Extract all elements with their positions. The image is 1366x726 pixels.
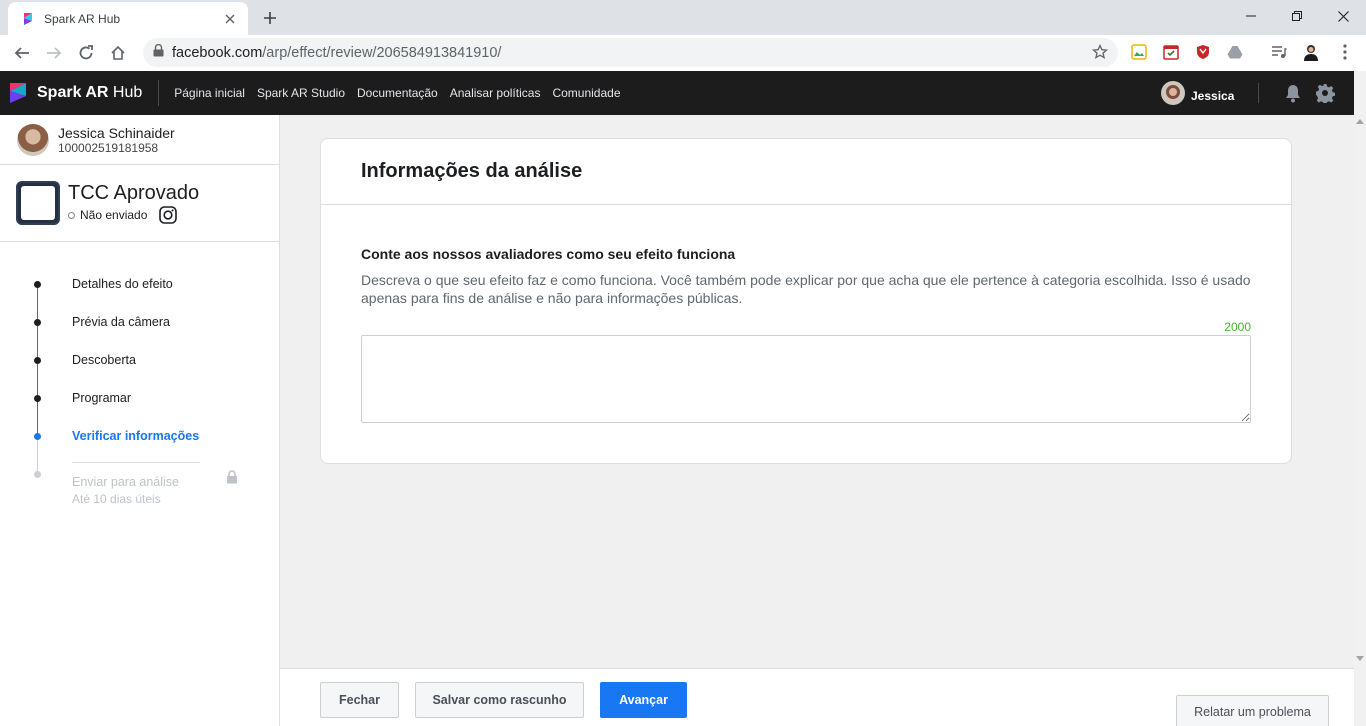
effect-status-label: Não enviado bbox=[80, 208, 148, 222]
sidebar-user-name: Jessica Schinaider bbox=[58, 124, 175, 141]
report-problem-button[interactable]: Relatar um problema bbox=[1176, 695, 1329, 726]
nav-link-home[interactable]: Página inicial bbox=[174, 86, 245, 100]
sidebar-user[interactable]: Jessica Schinaider 100002519181958 bbox=[0, 115, 279, 165]
spark-ar-logo-icon bbox=[8, 82, 28, 104]
nav-avatar-icon bbox=[1161, 81, 1185, 110]
step-discovery[interactable]: Descoberta bbox=[72, 353, 136, 367]
restore-icon[interactable] bbox=[1274, 0, 1320, 32]
url-text: facebook.com/arp/effect/review/206584913… bbox=[172, 45, 501, 61]
save-draft-button[interactable]: Salvar como rascunho bbox=[415, 682, 584, 718]
forward-icon[interactable] bbox=[40, 39, 68, 67]
nav-link-policies[interactable]: Analisar políticas bbox=[450, 86, 541, 100]
card-header: Informações da análise bbox=[321, 139, 1291, 205]
page-title: Informações da análise bbox=[361, 160, 583, 182]
reload-icon[interactable] bbox=[72, 39, 100, 67]
nav-separator bbox=[1258, 83, 1259, 103]
lock-icon bbox=[226, 470, 238, 489]
step-dot-active-icon bbox=[34, 433, 41, 440]
next-button[interactable]: Avançar bbox=[600, 682, 687, 718]
avatar bbox=[17, 123, 49, 156]
media-queue-icon[interactable] bbox=[1270, 43, 1288, 61]
step-dot-icon bbox=[34, 395, 41, 402]
settings-gear-icon[interactable] bbox=[1314, 82, 1336, 104]
step-dot-disabled-icon bbox=[34, 471, 41, 478]
spark-ar-favicon-icon bbox=[20, 11, 36, 27]
sidebar: Jessica Schinaider 100002519181958 TCC A… bbox=[0, 115, 280, 726]
browser-menu-icon[interactable] bbox=[1336, 43, 1354, 61]
step-effect-details[interactable]: Detalhes do efeito bbox=[72, 277, 173, 291]
step-submit-subtitle: Até 10 dias úteis bbox=[72, 492, 161, 506]
extension-drive-icon[interactable] bbox=[1226, 43, 1244, 61]
back-icon[interactable] bbox=[8, 39, 36, 67]
step-submit-review: Enviar para análise bbox=[72, 475, 180, 489]
url-host: facebook.com bbox=[172, 44, 263, 61]
tab-close-icon[interactable] bbox=[222, 11, 238, 27]
top-nav-bar: Spark AR Hub Página inicial Spark AR Stu… bbox=[0, 71, 1354, 115]
address-bar[interactable]: facebook.com/arp/effect/review/206584913… bbox=[143, 38, 1118, 67]
browser-tab-strip: Spark AR Hub bbox=[0, 0, 1366, 35]
close-button[interactable]: Fechar bbox=[320, 682, 399, 718]
page-scrollbar[interactable] bbox=[1354, 71, 1366, 726]
step-divider bbox=[72, 462, 200, 463]
nav-link-studio[interactable]: Spark AR Studio bbox=[257, 86, 345, 100]
nav-user-name: Jessica bbox=[1191, 88, 1235, 103]
step-verify-info[interactable]: Verificar informações bbox=[72, 429, 199, 443]
extension-shield-icon[interactable] bbox=[1194, 43, 1212, 61]
sidebar-user-id: 100002519181958 bbox=[58, 140, 159, 155]
browser-toolbar: facebook.com/arp/effect/review/206584913… bbox=[0, 35, 1366, 71]
nav-user-menu[interactable]: Jessica bbox=[1161, 81, 1234, 110]
scroll-down-icon[interactable] bbox=[1356, 656, 1364, 661]
tab-title: Spark AR Hub bbox=[44, 11, 121, 26]
lock-icon bbox=[153, 43, 164, 62]
step-dot-icon bbox=[34, 319, 41, 326]
new-tab-icon[interactable] bbox=[258, 6, 282, 30]
effect-thumbnail bbox=[16, 181, 60, 225]
instagram-icon bbox=[159, 206, 178, 224]
status-dot-icon bbox=[68, 211, 75, 219]
home-icon[interactable] bbox=[104, 39, 132, 67]
nav-link-community[interactable]: Comunidade bbox=[552, 86, 620, 100]
footer-action-bar: Fechar Salvar como rascunho Avançar Rela… bbox=[280, 668, 1354, 726]
effect-title: TCC Aprovado bbox=[68, 182, 200, 204]
extension-calendar-icon[interactable] bbox=[1162, 43, 1180, 61]
section-title: Conte aos nossos avaliadores como seu ef… bbox=[361, 246, 736, 262]
url-path: /arp/effect/review/206584913841910/ bbox=[262, 44, 502, 61]
step-schedule[interactable]: Programar bbox=[72, 391, 131, 405]
browser-tab[interactable]: Spark AR Hub bbox=[8, 2, 248, 35]
minimize-icon[interactable] bbox=[1228, 0, 1274, 32]
step-camera-preview[interactable]: Prévia da câmera bbox=[72, 315, 170, 329]
extension-image-icon[interactable] bbox=[1130, 43, 1148, 61]
notifications-bell-icon[interactable] bbox=[1282, 82, 1304, 104]
nav-divider bbox=[158, 80, 160, 106]
window-close-icon[interactable] bbox=[1320, 0, 1366, 32]
profile-avatar-icon[interactable] bbox=[1302, 43, 1320, 61]
character-counter: 2000 bbox=[1224, 320, 1251, 334]
nav-link-docs[interactable]: Documentação bbox=[357, 86, 438, 100]
step-dot-icon bbox=[34, 357, 41, 364]
scroll-up-icon[interactable] bbox=[1356, 119, 1364, 124]
brand-home-link[interactable]: Spark AR Hub bbox=[0, 71, 142, 115]
effect-summary: TCC Aprovado Não enviado bbox=[0, 165, 279, 242]
step-dot-icon bbox=[34, 281, 41, 288]
bookmark-star-icon[interactable] bbox=[1091, 43, 1109, 65]
review-notes-textarea[interactable] bbox=[361, 335, 1251, 423]
effect-status: Não enviado bbox=[68, 206, 199, 224]
review-info-card: Informações da análise Conte aos nossos … bbox=[320, 138, 1292, 464]
section-description: Descreva o que seu efeito faz e como fun… bbox=[361, 272, 1251, 306]
brand-name: Spark AR Hub bbox=[37, 84, 143, 101]
steps-pending-line bbox=[37, 436, 38, 474]
